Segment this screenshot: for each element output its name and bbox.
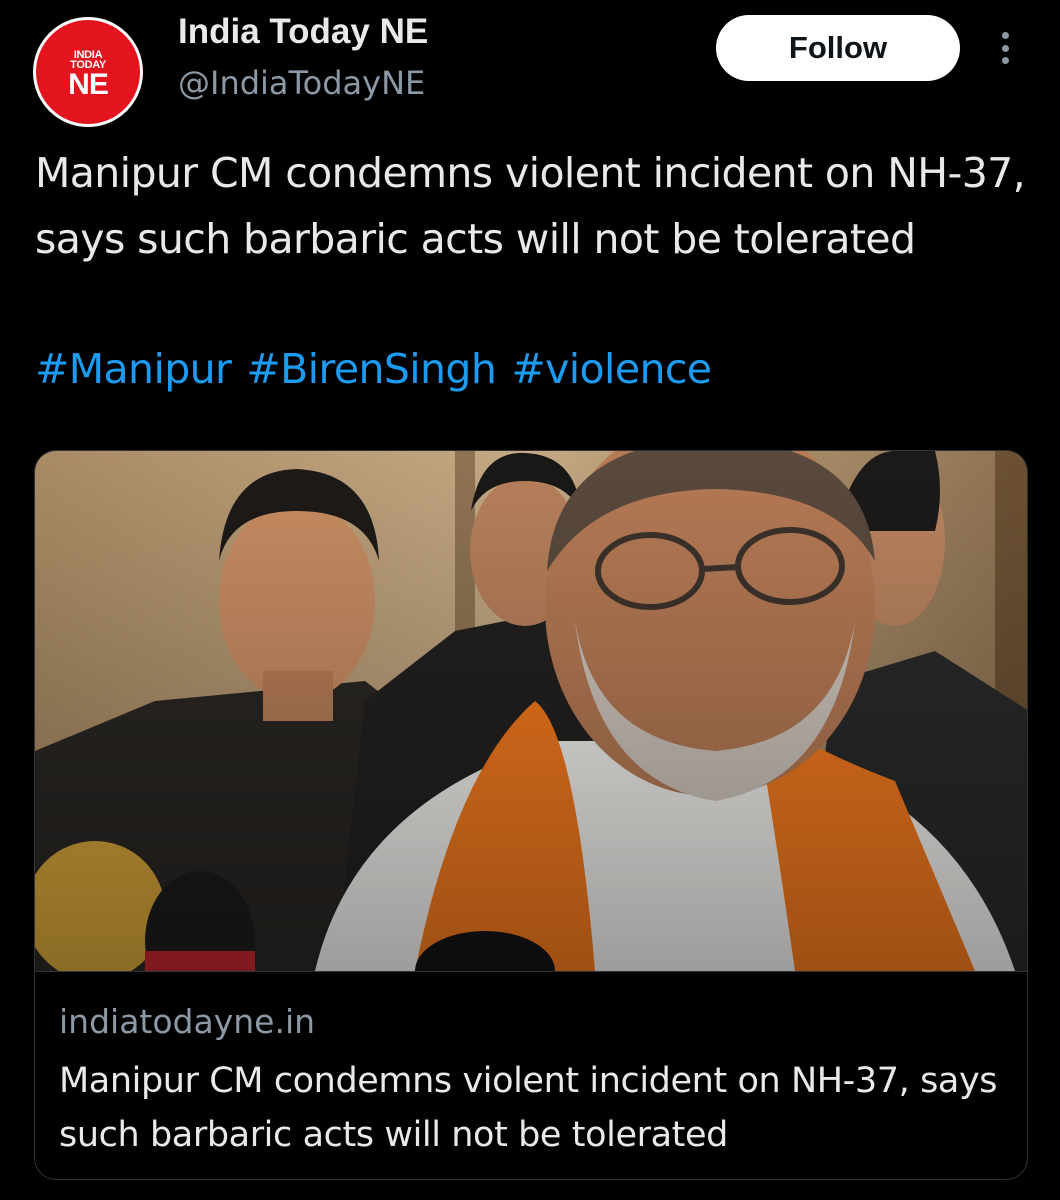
hashtag-birensingh[interactable]: #BirenSingh: [246, 345, 496, 393]
more-dot: [1001, 57, 1009, 64]
display-name[interactable]: India Today NE: [178, 12, 428, 52]
more-dot: [1001, 44, 1009, 52]
link-card-footer: indiatodayne.in Manipur CM condemns viol…: [35, 971, 1027, 1179]
india-today-ne-logo: INDIA TODAY NE: [36, 20, 140, 124]
follow-button[interactable]: Follow: [716, 15, 960, 81]
more-dot: [1001, 32, 1009, 39]
more-vertical-icon[interactable]: [990, 28, 1020, 68]
hashtag-list: #Manipur #BirenSingh #violence: [35, 336, 1035, 402]
avatar[interactable]: INDIA TODAY NE: [33, 17, 143, 127]
news-photo: [35, 451, 1027, 971]
link-preview-card[interactable]: indiatodayne.in Manipur CM condemns viol…: [34, 450, 1028, 1180]
user-handle[interactable]: @IndiaTodayNE: [178, 64, 425, 102]
hashtag-violence[interactable]: #violence: [511, 345, 712, 393]
tweet-header: INDIA TODAY NE India Today NE @IndiaToda…: [0, 0, 1060, 130]
tweet-text: Manipur CM condemns violent incident on …: [35, 149, 1026, 263]
link-title: Manipur CM condemns violent incident on …: [59, 1061, 998, 1155]
logo-text-small: INDIA TODAY: [70, 49, 106, 71]
link-domain: indiatodayne.in: [59, 1002, 316, 1041]
logo-text-big: NE: [68, 68, 109, 101]
hashtag-manipur[interactable]: #Manipur: [35, 345, 232, 393]
